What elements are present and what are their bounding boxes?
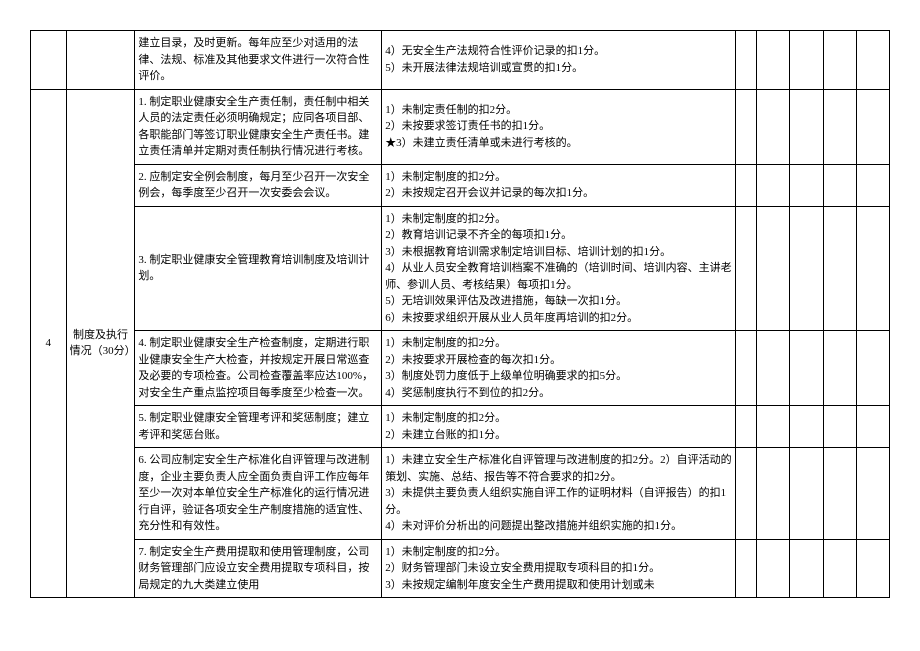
section-title: 制度及执行情况（30分） (66, 89, 135, 598)
cell-blank (856, 331, 889, 406)
cell-blank (856, 164, 889, 206)
cell-blank (757, 448, 790, 540)
cell-criteria: 1）未制定制度的扣2分。 2）未建立台账的扣1分。 (382, 406, 736, 448)
cell-blank (790, 539, 823, 598)
cell-blank (856, 406, 889, 448)
cell-blank (757, 206, 790, 331)
table-row: 6. 公司应制定安全生产标准化自评管理与改进制度，企业主要负责人应全面负责自评工… (31, 448, 890, 540)
cell-blank (757, 164, 790, 206)
cell-desc: 7. 制定安全生产费用提取和使用管理制度，公司财务管理部门应设立安全费用提取专项… (135, 539, 382, 598)
cell-blank (856, 448, 889, 540)
table-row: 4 制度及执行情况（30分） 1. 制定职业健康安全生产责任制，责任制中相关人员… (31, 89, 890, 164)
cell-blank (735, 89, 756, 164)
cell-desc: 建立目录，及时更新。每年应至少对适用的法律、法规、标准及其他要求文件进行一次符合… (135, 31, 382, 90)
cell-desc: 5. 制定职业健康安全管理考评和奖惩制度；建立考评和奖惩台账。 (135, 406, 382, 448)
cell-criteria: 1）未建立安全生产标准化自评管理与改进制度的扣2分。2）自评活动的策划、实施、总… (382, 448, 736, 540)
section-number: 4 (31, 89, 67, 598)
cell-blank (823, 206, 856, 331)
table-row: 2. 应制定安全例会制度，每月至少召开一次安全例会，每季度至少召开一次安委会会议… (31, 164, 890, 206)
cell-blank (757, 539, 790, 598)
cell-blank (790, 406, 823, 448)
cell-num-empty (31, 31, 67, 90)
table-row: 建立目录，及时更新。每年应至少对适用的法律、法规、标准及其他要求文件进行一次符合… (31, 31, 890, 90)
cell-blank (735, 539, 756, 598)
cell-blank (735, 164, 756, 206)
cell-blank (823, 406, 856, 448)
cell-blank (823, 331, 856, 406)
cell-cat-empty (66, 31, 135, 90)
cell-blank (790, 31, 823, 90)
cell-criteria: 1）未制定制度的扣2分。 2）财务管理部门未设立安全费用提取专项科目的扣1分。 … (382, 539, 736, 598)
cell-blank (757, 89, 790, 164)
cell-blank (823, 164, 856, 206)
cell-blank (823, 539, 856, 598)
cell-blank (757, 31, 790, 90)
cell-blank (790, 164, 823, 206)
cell-blank (735, 448, 756, 540)
cell-blank (790, 448, 823, 540)
cell-blank (735, 31, 756, 90)
cell-desc: 2. 应制定安全例会制度，每月至少召开一次安全例会，每季度至少召开一次安委会会议… (135, 164, 382, 206)
cell-blank (757, 406, 790, 448)
cell-criteria: 1）未制定制度的扣2分。 2）未按规定召开会议并记录的每次扣1分。 (382, 164, 736, 206)
cell-criteria: 1）未制定制度的扣2分。 2）未按要求开展检查的每次扣1分。 3）制度处罚力度低… (382, 331, 736, 406)
cell-blank (790, 206, 823, 331)
cell-criteria: 1）未制定责任制的扣2分。 2）未按要求签订责任书的扣1分。 ★3）未建立责任清… (382, 89, 736, 164)
cell-blank (790, 89, 823, 164)
cell-blank (735, 331, 756, 406)
cell-blank (735, 206, 756, 331)
cell-blank (823, 89, 856, 164)
cell-blank (790, 331, 823, 406)
cell-blank (735, 406, 756, 448)
cell-blank (856, 89, 889, 164)
table-row: 4. 制定职业健康安全生产检查制度，定期进行职业健康安全生产大检查，并按规定开展… (31, 331, 890, 406)
cell-desc: 1. 制定职业健康安全生产责任制，责任制中相关人员的法定责任必须明确规定；应同各… (135, 89, 382, 164)
cell-desc: 6. 公司应制定安全生产标准化自评管理与改进制度，企业主要负责人应全面负责自评工… (135, 448, 382, 540)
cell-criteria: 1）未制定制度的扣2分。 2）教育培训记录不齐全的每项扣1分。 3）未根据教育培… (382, 206, 736, 331)
cell-desc: 3. 制定职业健康安全管理教育培训制度及培训计划。 (135, 206, 382, 331)
cell-blank (856, 31, 889, 90)
cell-blank (856, 539, 889, 598)
cell-criteria: 4）无安全生产法规符合性评价记录的扣1分。 5）未开展法律法规培训或宣贯的扣1分… (382, 31, 736, 90)
table-row: 7. 制定安全生产费用提取和使用管理制度，公司财务管理部门应设立安全费用提取专项… (31, 539, 890, 598)
cell-blank (856, 206, 889, 331)
cell-blank (823, 31, 856, 90)
cell-blank (823, 448, 856, 540)
table-row: 3. 制定职业健康安全管理教育培训制度及培训计划。 1）未制定制度的扣2分。 2… (31, 206, 890, 331)
assessment-table: 建立目录，及时更新。每年应至少对适用的法律、法规、标准及其他要求文件进行一次符合… (30, 30, 890, 598)
table-row: 5. 制定职业健康安全管理考评和奖惩制度；建立考评和奖惩台账。 1）未制定制度的… (31, 406, 890, 448)
cell-blank (757, 331, 790, 406)
cell-desc: 4. 制定职业健康安全生产检查制度，定期进行职业健康安全生产大检查，并按规定开展… (135, 331, 382, 406)
